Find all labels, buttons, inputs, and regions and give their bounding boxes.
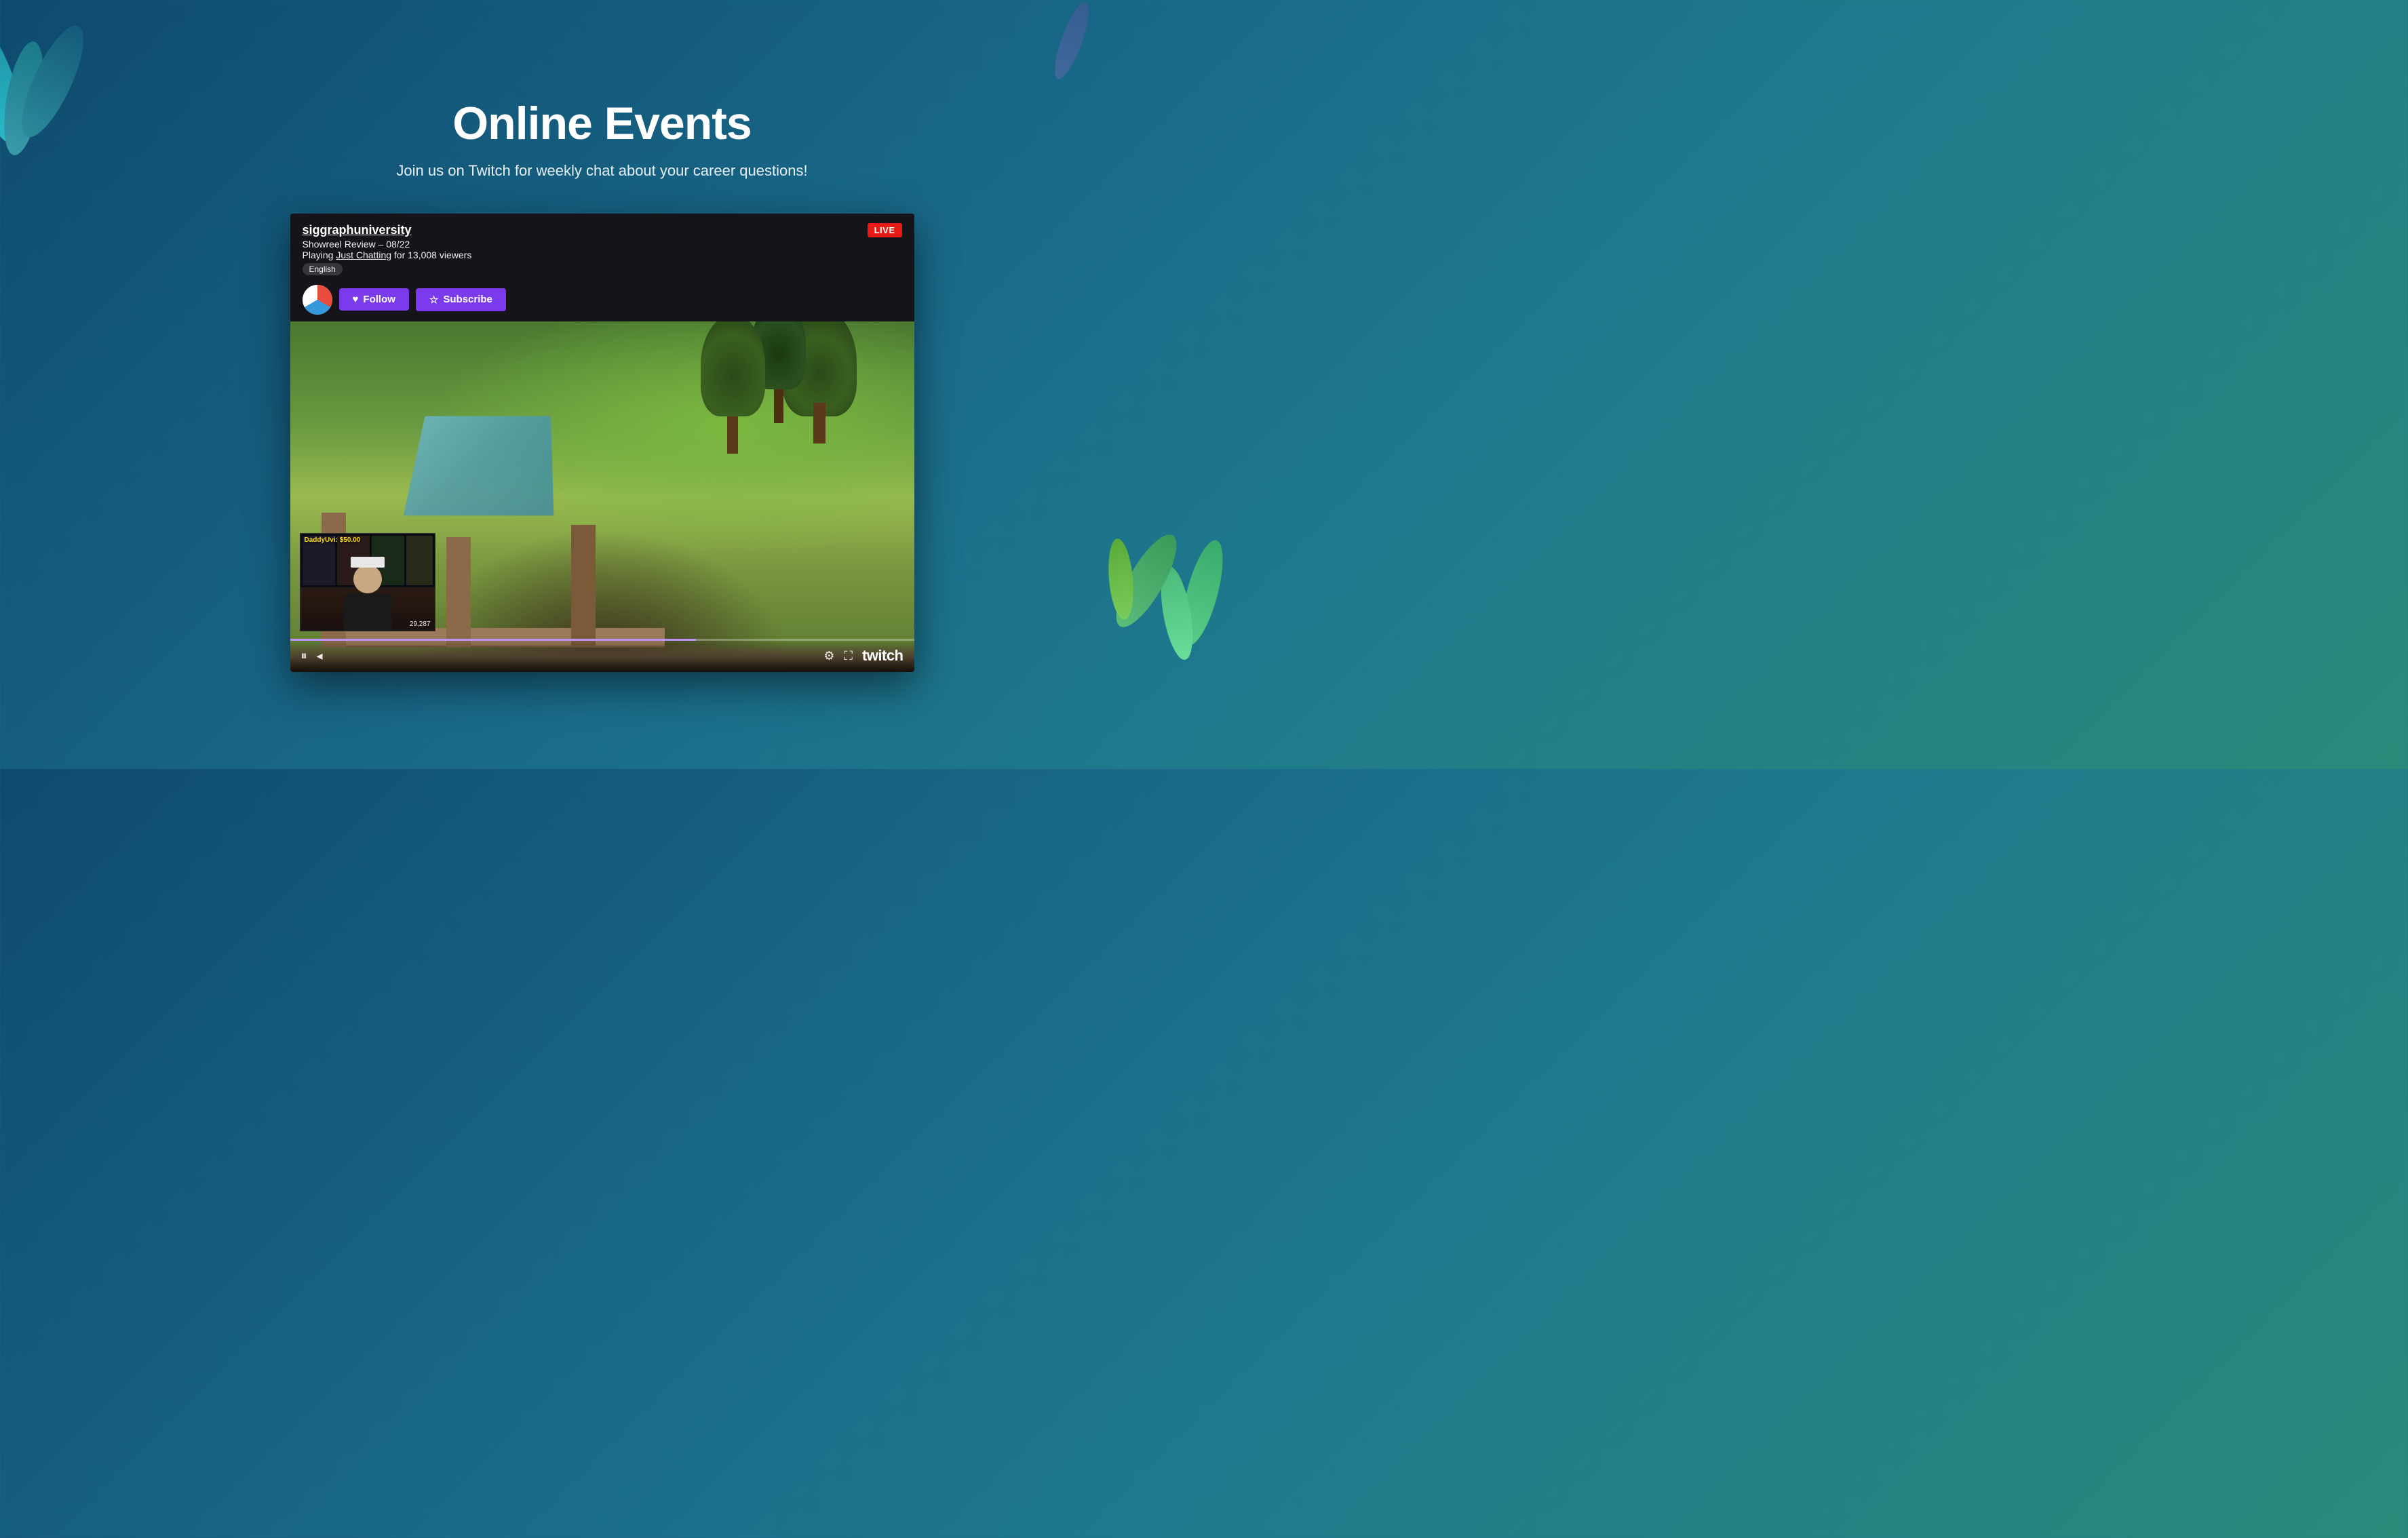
page-title: Online Events: [452, 97, 751, 150]
viewer-count-overlay: 29,287: [410, 620, 431, 628]
fullscreen-button[interactable]: ⛶: [844, 649, 853, 663]
channel-avatar[interactable]: [303, 285, 332, 315]
pause-button[interactable]: ⏸: [301, 649, 307, 663]
settings-button[interactable]: ⚙: [823, 649, 834, 663]
stream-game: Playing Just Chatting for 13,008 viewers: [303, 250, 472, 260]
leaf-purple: [1048, 0, 1095, 83]
game-name-link[interactable]: Just Chatting: [336, 250, 391, 260]
video-controls: ⏸ ◂ ⚙ ⛶ twitch: [290, 639, 914, 672]
webcam-person: [300, 534, 435, 631]
person-hat: [351, 557, 385, 568]
wall-v3: [571, 525, 596, 648]
twitch-embed: siggraphuniversity Showreel Review – 08/…: [290, 214, 914, 673]
page-content: Online Events Join us on Twitch for week…: [0, 97, 1204, 673]
twitch-logo: twitch: [862, 647, 904, 665]
subscribe-button[interactable]: ☆ Subscribe: [416, 288, 506, 311]
avatar-image: [303, 285, 332, 315]
heart-icon: ♥: [353, 294, 359, 305]
follow-button[interactable]: ♥ Follow: [339, 288, 409, 311]
stream-info-bar: siggraphuniversity Showreel Review – 08/…: [290, 214, 914, 321]
stream-title: Showreel Review – 08/22: [303, 239, 472, 250]
channel-name-link[interactable]: siggraphuniversity: [303, 223, 472, 237]
stream-top-row: siggraphuniversity Showreel Review – 08/…: [303, 223, 902, 275]
person-head: [353, 565, 382, 593]
stream-meta: siggraphuniversity Showreel Review – 08/…: [303, 223, 472, 275]
live-badge: LIVE: [868, 223, 902, 237]
donation-notification: DaddyUvi: $50.00: [305, 536, 361, 544]
page-subtitle: Join us on Twitch for weekly chat about …: [396, 162, 807, 180]
controls-left: ⏸ ◂: [301, 649, 323, 663]
person-body: [344, 593, 391, 631]
volume-button[interactable]: ◂: [317, 649, 323, 663]
video-area[interactable]: DaddyUvi: $50.00 29,287 ⏸ ◂ ⚙ ⛶ twitch: [290, 321, 914, 673]
wall-v2: [446, 537, 471, 648]
follow-label: Follow: [363, 294, 395, 305]
controls-right: ⚙ ⛶ twitch: [823, 647, 903, 665]
stream-actions: ♥ Follow ☆ Subscribe: [303, 285, 902, 315]
webcam-overlay: DaddyUvi: $50.00 29,287: [300, 533, 435, 631]
subscribe-label: Subscribe: [443, 294, 492, 305]
star-icon: ☆: [429, 294, 438, 306]
stream-tag[interactable]: English: [303, 263, 343, 275]
